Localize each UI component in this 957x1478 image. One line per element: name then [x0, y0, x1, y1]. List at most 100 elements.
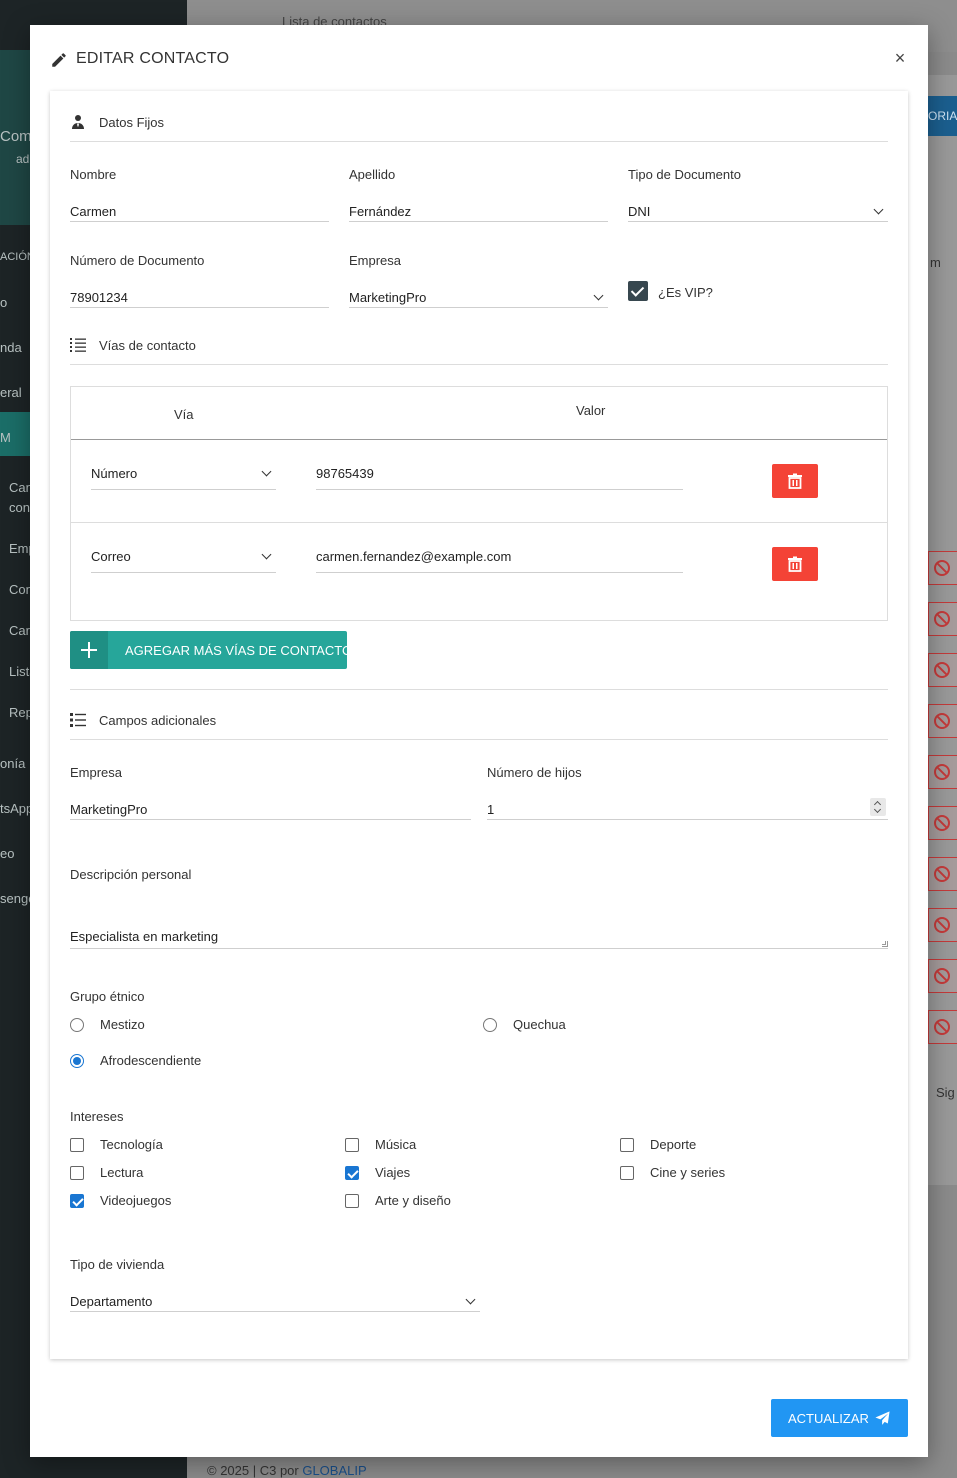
sidebar-text: eo — [0, 846, 15, 861]
modal-header: EDITAR CONTACTO × — [30, 25, 928, 91]
via-select[interactable]: Correo — [91, 541, 276, 573]
update-button[interactable]: ACTUALIZAR — [771, 1399, 908, 1437]
empresa-select[interactable]: MarketingPro — [349, 280, 608, 308]
grupo-etnico-label: Grupo étnico — [70, 989, 145, 1004]
descripcion-textarea[interactable]: Especialista en marketing — [70, 923, 888, 949]
number-spinner-icon[interactable] — [870, 798, 886, 816]
list-icon — [70, 713, 86, 727]
checkbox-label: Cine y series — [650, 1165, 726, 1180]
numero-documento-input[interactable]: 78901234 — [70, 280, 329, 308]
radio-mestizo[interactable] — [70, 1018, 84, 1032]
empresa-adicional-label: Empresa — [70, 765, 123, 780]
section-contact-ways: Vías de contacto — [70, 314, 888, 365]
nombre-input[interactable]: Carmen — [70, 194, 329, 222]
footer-link: GLOBALIP — [302, 1463, 367, 1478]
background-text: Sig — [936, 1085, 955, 1100]
empresa-adicional-input[interactable]: MarketingPro — [70, 792, 471, 820]
plus-icon — [70, 631, 108, 669]
valor-input[interactable]: carmen.fernandez@example.com — [316, 541, 683, 573]
sidebar-text: tsApp — [0, 801, 34, 816]
sidebar-text: nda — [0, 340, 22, 355]
chevron-down-icon — [261, 466, 272, 477]
section-title: Campos adicionales — [99, 713, 217, 728]
via-select[interactable]: Número — [91, 458, 276, 490]
radio-label: Mestizo — [100, 1017, 145, 1032]
vip-checkbox[interactable] — [628, 281, 648, 301]
checkbox-viajes[interactable] — [345, 1166, 359, 1180]
background-ban-icon — [928, 653, 957, 687]
column-header-via: Vía — [174, 407, 194, 422]
radio-label: Afrodescendiente — [100, 1053, 202, 1068]
form-card: Datos Fijos Nombre Carmen Apellido Ferná… — [50, 91, 908, 1359]
section-title: Datos Fijos — [99, 115, 165, 130]
section-title: Vías de contacto — [99, 338, 196, 353]
edit-contact-modal: EDITAR CONTACTO × Datos Fijos Nombre Car… — [30, 25, 928, 1457]
empresa-adicional-field: Empresa MarketingPro — [70, 765, 471, 827]
close-button[interactable]: × — [892, 49, 908, 67]
add-contact-way-button[interactable]: AGREGAR MÁS VÍAS DE CONTACTO — [70, 631, 352, 669]
user-tie-icon — [72, 115, 84, 129]
empresa-label: Empresa — [349, 253, 402, 268]
tipo-vivienda-field: Tipo de vivienda Departamento — [70, 1257, 480, 1319]
list-ol-icon — [70, 338, 86, 352]
checkbox-label: Arte y diseño — [375, 1193, 451, 1208]
trash-icon — [788, 556, 802, 572]
checkbox-musica[interactable] — [345, 1138, 359, 1152]
table-header: Vía Valor — [71, 387, 887, 440]
checkbox-lectura[interactable] — [70, 1166, 84, 1180]
table-row: Correo carmen.fernandez@example.com — [71, 523, 887, 606]
checkbox-label: Viajes — [375, 1165, 411, 1180]
tipo-documento-select[interactable]: DNI — [628, 194, 888, 222]
chevron-down-icon — [593, 290, 604, 301]
vip-label: ¿Es VIP? — [658, 285, 713, 300]
sidebar-text: Com — [0, 128, 32, 145]
radio-quechua[interactable] — [483, 1018, 497, 1032]
background-ban-icon — [928, 602, 957, 636]
apellido-input[interactable]: Fernández — [349, 194, 608, 222]
intereses-label: Intereses — [70, 1109, 124, 1124]
checkbox-videojuegos[interactable] — [70, 1194, 84, 1208]
checkbox-deporte[interactable] — [620, 1138, 634, 1152]
sidebar-text: onía — [0, 756, 26, 771]
checkbox-tecnologia[interactable] — [70, 1138, 84, 1152]
resize-handle-icon[interactable] — [882, 941, 888, 947]
section-fixed-data: Datos Fijos — [70, 91, 888, 142]
chevron-down-icon — [873, 204, 884, 215]
numero-hijos-input[interactable]: 1 — [487, 792, 888, 820]
column-header-valor: Valor — [576, 403, 606, 418]
background-ban-icon — [928, 806, 957, 840]
paper-plane-icon — [875, 1411, 890, 1425]
background-ban-icon — [928, 755, 957, 789]
checkbox-label: Lectura — [100, 1165, 144, 1180]
radio-label: Quechua — [513, 1017, 566, 1032]
checkbox-cine-series[interactable] — [620, 1166, 634, 1180]
background-ban-icon — [928, 857, 957, 891]
checkbox-label: Tecnología — [100, 1137, 163, 1152]
contact-ways-table: Vía Valor Número 98765439 Correo carmen.… — [70, 386, 888, 621]
pencil-icon — [52, 53, 66, 67]
numero-documento-field: Número de Documento 78901234 — [70, 253, 329, 315]
numero-documento-label: Número de Documento — [70, 253, 205, 268]
table-row: Número 98765439 — [71, 440, 887, 523]
modal-title: EDITAR CONTACTO — [76, 50, 230, 67]
chevron-down-icon — [465, 1294, 476, 1305]
checkbox-arte-diseno[interactable] — [345, 1194, 359, 1208]
checkbox-label: Deporte — [650, 1137, 697, 1152]
sidebar-text: ad — [16, 152, 30, 166]
background-ban-icon — [928, 959, 957, 993]
checkbox-label: Videojuegos — [100, 1193, 172, 1208]
valor-input[interactable]: 98765439 — [316, 458, 683, 490]
delete-contact-way-button[interactable] — [772, 547, 818, 581]
app-footer: © 2025 | C3 por GLOBALIP — [207, 1463, 367, 1478]
radio-afrodescendiente[interactable] — [70, 1054, 84, 1068]
apellido-field: Apellido Fernández — [349, 167, 608, 229]
trash-icon — [788, 473, 802, 489]
background-ban-icon — [928, 551, 957, 585]
delete-contact-way-button[interactable] — [772, 464, 818, 498]
tipo-vivienda-select[interactable]: Departamento — [70, 1284, 480, 1312]
section-additional: Campos adicionales — [70, 689, 888, 740]
descripcion-label: Descripción personal — [70, 867, 192, 882]
background-category-button: ORIA — [928, 96, 957, 136]
numero-hijos-field: Número de hijos 1 — [487, 765, 888, 827]
background-text: m — [930, 255, 941, 270]
